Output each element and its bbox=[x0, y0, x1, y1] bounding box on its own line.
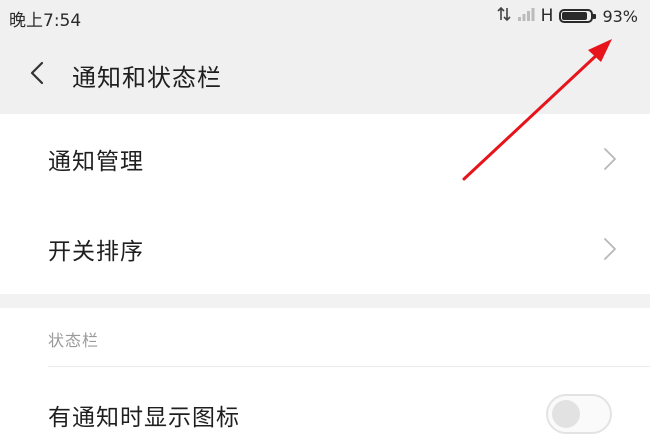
toggle-row-label: 有通知时显示图标 bbox=[48, 405, 240, 431]
chevron-right-icon bbox=[604, 148, 616, 170]
page-title: 通知和状态栏 bbox=[72, 64, 222, 92]
battery-percent: 93% bbox=[602, 6, 638, 26]
toggle-knob bbox=[552, 400, 580, 428]
chevron-left-icon bbox=[30, 61, 44, 85]
divider bbox=[48, 366, 650, 367]
signal-icon bbox=[517, 6, 535, 26]
menu-item-label: 通知管理 bbox=[48, 149, 144, 175]
back-button[interactable] bbox=[22, 56, 56, 90]
switch-order-item[interactable]: 开关排序 bbox=[0, 204, 650, 294]
header: 通知和状态栏 bbox=[0, 34, 650, 114]
status-icons: H 93% bbox=[497, 5, 638, 27]
status-bar: 晚上7:54 H 93% bbox=[0, 0, 650, 34]
menu-item-label: 开关排序 bbox=[48, 239, 144, 265]
status-time: 晚上7:54 bbox=[9, 11, 82, 31]
network-type: H bbox=[540, 6, 554, 26]
chevron-right-icon bbox=[604, 238, 616, 260]
data-transfer-icon bbox=[497, 6, 511, 26]
show-icon-toggle[interactable] bbox=[546, 394, 612, 434]
battery-icon bbox=[559, 9, 597, 23]
screen: 晚上7:54 H 93% 通知和状态栏 通知管理 开关排序 状态栏 有通知时显示… bbox=[0, 0, 650, 439]
section-divider bbox=[0, 294, 650, 308]
notification-management-item[interactable]: 通知管理 bbox=[0, 114, 650, 204]
battery-fill bbox=[562, 12, 587, 20]
section-header: 状态栏 bbox=[48, 331, 100, 350]
